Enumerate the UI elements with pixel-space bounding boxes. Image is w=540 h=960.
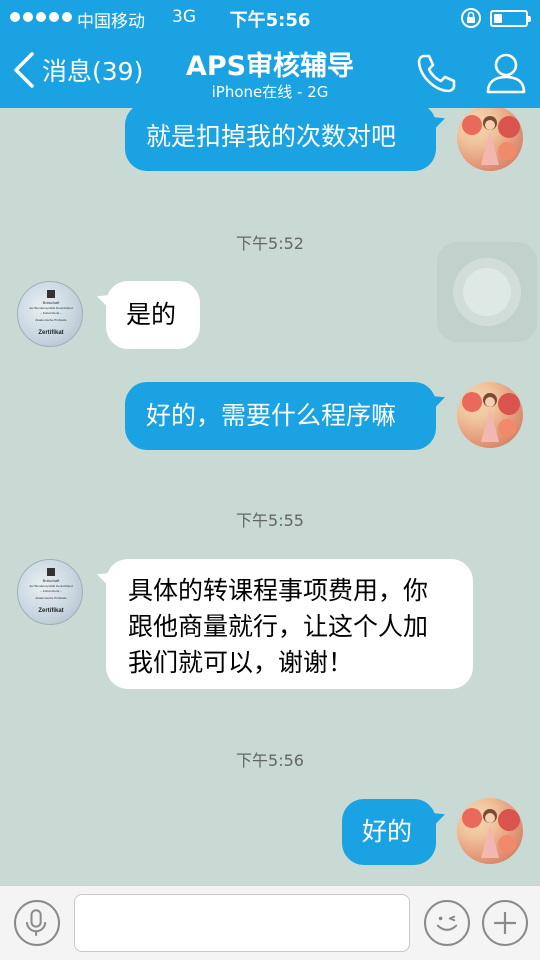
- svg-text:Zertifikat: Zertifikat: [38, 330, 63, 336]
- outgoing-message[interactable]: 就是扣掉我的次数对吧: [125, 108, 436, 171]
- input-bar: [0, 885, 540, 960]
- plus-icon: [494, 912, 516, 934]
- my-avatar[interactable]: [457, 798, 523, 864]
- svg-text:der Bundesrepublik Deutschland: der Bundesrepublik Deutschland: [29, 584, 73, 588]
- flower-girl-avatar-image: [462, 115, 520, 165]
- message-text: 就是扣掉我的次数对吧: [146, 122, 397, 151]
- svg-text:Zertifikat: Zertifikat: [38, 608, 63, 614]
- battery-level: [494, 14, 502, 23]
- message-text-line: 我们就可以，谢谢！: [128, 648, 354, 677]
- header: 中国移动 3G 下午5:56 消息(39) APS审核辅导 iPhone在线 -…: [0, 0, 540, 108]
- person-icon[interactable]: [484, 50, 528, 94]
- status-time: 下午5:56: [229, 10, 311, 31]
- outgoing-message[interactable]: 好的: [342, 799, 436, 865]
- message-timestamp: 下午5:52: [236, 234, 304, 253]
- outgoing-message[interactable]: 好的，需要什么程序嘛: [125, 382, 436, 450]
- emoji-icon: [436, 915, 458, 931]
- more-options-button[interactable]: [482, 900, 528, 946]
- svg-text:Akademische Prüfstelle: Akademische Prüfstelle: [35, 596, 67, 600]
- voice-input-button[interactable]: [14, 900, 60, 946]
- contact-avatar[interactable]: Botschaft der Bundesrepublik Deutschland…: [17, 281, 83, 347]
- incoming-message[interactable]: 是的: [106, 281, 200, 349]
- phone-icon[interactable]: [414, 50, 460, 96]
- message-text: 好的，需要什么程序嘛: [146, 401, 397, 430]
- message-text: 是的: [126, 300, 177, 329]
- my-avatar[interactable]: [457, 382, 523, 448]
- svg-text:Botschaft: Botschaft: [43, 300, 61, 305]
- emoji-button[interactable]: [424, 900, 470, 946]
- certificate-avatar-image: Botschaft der Bundesrepublik Deutschland…: [29, 290, 73, 336]
- svg-text:– Kulturreferat –: – Kulturreferat –: [40, 589, 62, 593]
- svg-text:Botschaft: Botschaft: [43, 578, 61, 583]
- chat-area[interactable]: 就是扣掉我的次数对吧 下午5:52 Botschaft der Bundesre…: [0, 108, 540, 885]
- assistive-touch-button[interactable]: [437, 242, 537, 342]
- status-bar: 中国移动 3G 下午5:56: [0, 0, 540, 36]
- message-text-line: 具体的转课程事项费用，你: [128, 576, 429, 605]
- contact-avatar[interactable]: Botschaft der Bundesrepublik Deutschland…: [17, 559, 83, 625]
- flower-girl-avatar-image: [462, 808, 520, 858]
- message-input[interactable]: [74, 894, 410, 952]
- flower-girl-avatar-image: [462, 392, 520, 442]
- message-text-line: 跟他商量就行，让这个人加: [128, 612, 429, 641]
- message-timestamp: 下午5:55: [236, 511, 304, 530]
- certificate-avatar-image: Botschaft der Bundesrepublik Deutschland…: [29, 568, 73, 614]
- battery-icon: [490, 10, 531, 27]
- message-timestamp: 下午5:56: [236, 751, 304, 770]
- svg-text:– Kulturreferat –: – Kulturreferat –: [40, 311, 62, 315]
- svg-text:der Bundesrepublik Deutschland: der Bundesrepublik Deutschland: [29, 306, 73, 310]
- rotation-lock-icon: [461, 8, 481, 28]
- my-avatar[interactable]: [457, 108, 523, 171]
- svg-text:Akademische Prüfstelle: Akademische Prüfstelle: [35, 318, 67, 322]
- message-text: 好的: [362, 817, 413, 846]
- incoming-message[interactable]: 具体的转课程事项费用，你 跟他商量就行，让这个人加 我们就可以，谢谢！: [106, 559, 473, 689]
- microphone-icon: [25, 909, 47, 936]
